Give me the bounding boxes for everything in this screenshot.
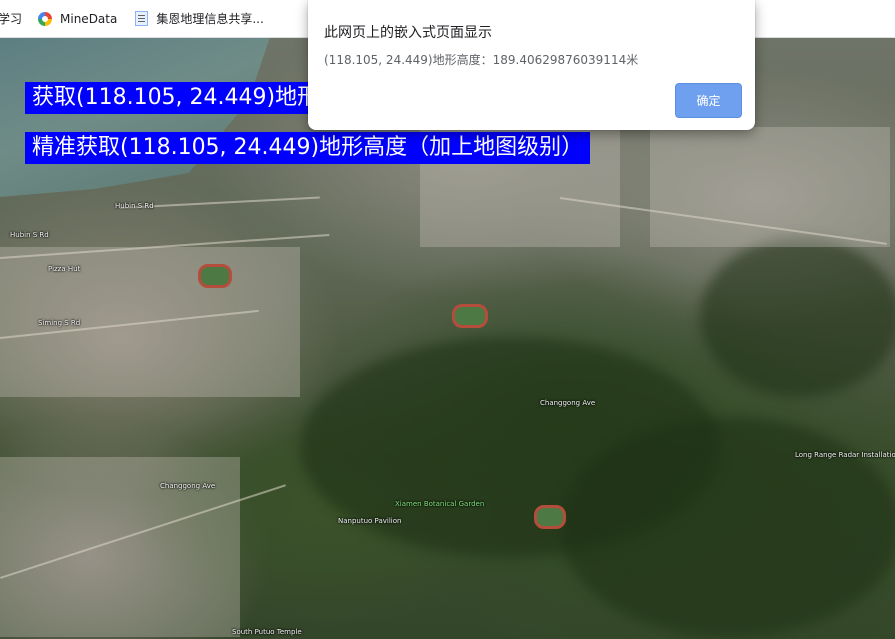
map-label: Hubin S Rd <box>115 202 154 210</box>
stadium-track <box>452 304 488 328</box>
ok-button[interactable]: 确定 <box>675 83 742 118</box>
get-precise-terrain-height-button[interactable]: 精准获取(118.105, 24.449)地形高度（加上地图级别） <box>25 132 591 164</box>
bookmark-geodata[interactable]: 集恩地理信息共享... <box>135 10 264 27</box>
map-label: Long Range Radar Installation <box>795 451 895 459</box>
dialog-title: 此网页上的嵌入式页面显示 <box>324 25 492 41</box>
bookmark-label: 学习 <box>0 12 23 26</box>
map-label: Nanputuo Pavilion <box>338 517 402 525</box>
map-label: Changgong Ave <box>540 399 596 407</box>
bookmark-minedata[interactable]: MineData <box>38 11 118 26</box>
bookmark-label: MineData <box>60 11 118 26</box>
map-label: Hubin S Rd <box>10 231 49 239</box>
bookmark-label: 集恩地理信息共享... <box>156 12 264 26</box>
alert-dialog: 此网页上的嵌入式页面显示 (118.105, 24.449)地形高度：189.4… <box>308 0 755 130</box>
bookmark-study[interactable]: 学习 <box>0 10 22 27</box>
minedata-icon <box>38 11 53 26</box>
map-label: Pizza Hut <box>48 265 81 273</box>
stadium-track <box>534 505 566 529</box>
mountain-ridge <box>700 237 895 397</box>
bay-water <box>0 37 270 197</box>
document-icon <box>135 11 149 26</box>
map-label: South Putuo Temple <box>232 628 302 636</box>
map-label: Changgong Ave <box>160 482 216 490</box>
map-label: Siming S Rd <box>38 319 81 327</box>
map-label: Xiamen Botanical Garden <box>395 500 485 508</box>
mountain-ridge <box>560 417 895 637</box>
dialog-message: (118.105, 24.449)地形高度：189.40629876039114… <box>324 53 639 67</box>
urban-area <box>650 127 890 247</box>
stadium-track <box>198 264 232 288</box>
